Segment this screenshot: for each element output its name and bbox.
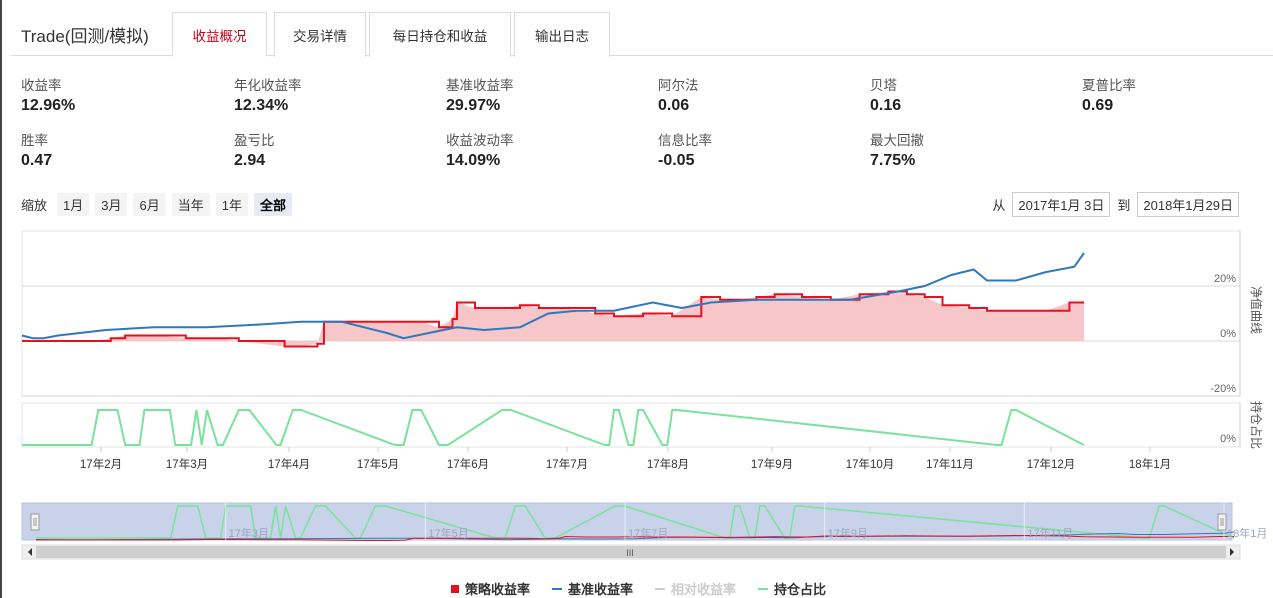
legend-position-line-icon bbox=[758, 587, 769, 590]
app-window: Trade(回测/模拟) 收益概况 交易详情 每日持仓和收益 输出日志 收益率 1… bbox=[0, 0, 1273, 598]
legend-benchmark-line-icon bbox=[551, 587, 562, 590]
chart-legend: 策略收益率 基准收益率 相对收益率 持仓占比 bbox=[2, 579, 1273, 598]
scrollbar-grip-icon: III bbox=[626, 548, 634, 558]
position-line bbox=[22, 409, 1085, 446]
ytick-label: -20% bbox=[1210, 383, 1236, 395]
xtick-label: 17年2月 bbox=[80, 457, 122, 471]
xtick-label: 17年12月 bbox=[1027, 457, 1076, 471]
legend-relative-line-icon bbox=[655, 587, 665, 590]
navigator-tick-label: 17年5月 bbox=[428, 526, 468, 540]
legend-relative[interactable]: 相对收益率 bbox=[655, 579, 736, 598]
xtick-label: 17年3月 bbox=[166, 457, 208, 471]
xtick-label: 17年11月 bbox=[926, 457, 974, 471]
xtick-label: 17年6月 bbox=[447, 457, 489, 471]
ytick-label: 0% bbox=[1220, 328, 1236, 340]
navigator-tick-label: 17年11月 bbox=[1027, 526, 1073, 540]
legend-strategy[interactable]: 策略收益率 bbox=[450, 579, 530, 598]
ytick-label: 20% bbox=[1214, 273, 1236, 285]
navigator-tick-label: 17年7月 bbox=[628, 526, 668, 540]
legend-position[interactable]: 持仓占比 bbox=[758, 579, 826, 598]
strategy-area bbox=[22, 291, 1084, 347]
navigator-left-handle[interactable] bbox=[30, 513, 40, 531]
navigator-tick-label: 17年3月 bbox=[229, 526, 269, 540]
xtick-label: 17年10月 bbox=[846, 457, 895, 471]
xtick-label: 18年1月 bbox=[1129, 457, 1171, 471]
position-ytick-label: 0% bbox=[1220, 433, 1236, 445]
navigator-tick-label: 17年9月 bbox=[828, 526, 868, 540]
navigator-tick-label: 18年1月 bbox=[1227, 526, 1267, 540]
legend-strategy-square-icon bbox=[450, 584, 459, 593]
xtick-label: 17年4月 bbox=[268, 457, 310, 471]
navigator-right-handle[interactable] bbox=[1217, 513, 1227, 531]
xtick-label: 17年7月 bbox=[546, 457, 588, 471]
panel-title-position: 持仓占比 bbox=[1249, 401, 1264, 449]
xtick-label: 17年8月 bbox=[647, 457, 689, 471]
legend-benchmark[interactable]: 基准收益率 bbox=[551, 579, 633, 598]
performance-chart: 20% 0% -20% 净值曲线 0% 持仓占比 17年2月 17年3月 17年4月 17年5月 1… bbox=[21, 230, 1267, 560]
xtick-label: 17年9月 bbox=[751, 457, 793, 471]
xtick-label: 17年5月 bbox=[357, 457, 399, 471]
panel-title-net-value: 净值曲线 bbox=[1249, 286, 1264, 334]
